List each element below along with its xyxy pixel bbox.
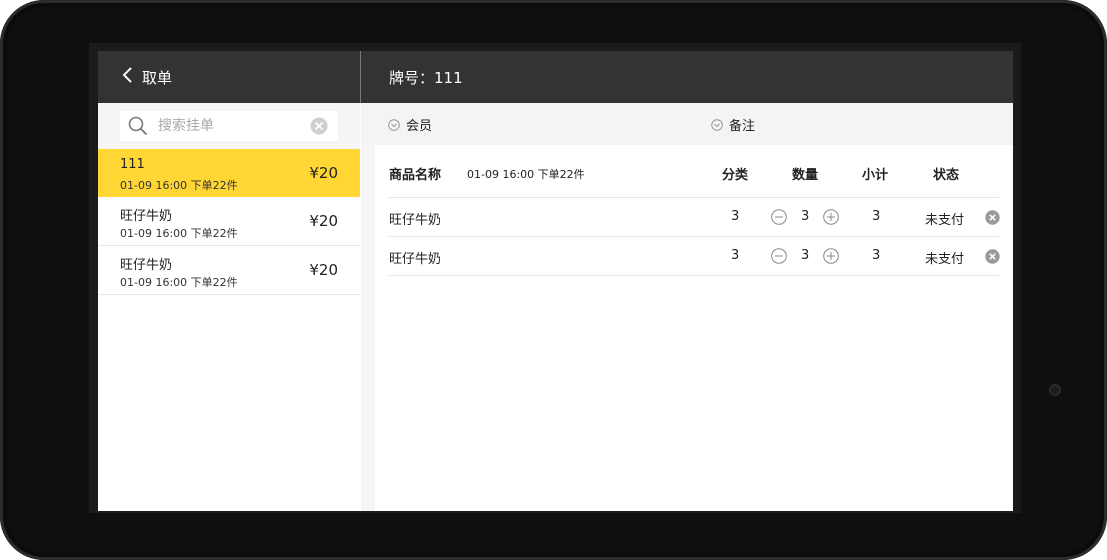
header-time: 01-09 16:00 下单22件	[467, 168, 585, 181]
plus-circle-icon[interactable]	[823, 248, 839, 264]
order-detail-panel: 会员 备注 商品名称 01-09 16:00 下单22件 分类 数量 小计 状态…	[361, 103, 1013, 511]
order-meta: 01-09 16:00 下单22件	[120, 179, 238, 192]
minus-circle-icon[interactable]	[771, 209, 787, 225]
camera-icon	[1049, 384, 1061, 396]
note-label: 备注	[729, 119, 756, 134]
order-name: 111	[120, 157, 145, 172]
order-name: 旺仔牛奶	[120, 258, 173, 273]
item-category: 3	[731, 209, 740, 224]
delete-icon[interactable]	[985, 210, 1000, 225]
minus-circle-icon[interactable]	[771, 248, 787, 264]
app-window: 取单 牌号：111 111 01-09 16:00 下单22件 ¥20	[98, 51, 1013, 511]
pending-orders-panel: 111 01-09 16:00 下单22件 ¥20 旺仔牛奶 01-09 16:…	[98, 103, 360, 511]
order-price: ¥20	[309, 261, 338, 279]
item-name: 旺仔牛奶	[389, 213, 442, 228]
order-item[interactable]: 旺仔牛奶 01-09 16:00 下单22件 ¥20	[98, 197, 360, 246]
header-divider	[360, 51, 361, 103]
order-price: ¥20	[309, 164, 338, 182]
order-item[interactable]: 旺仔牛奶 01-09 16:00 下单22件 ¥20	[98, 246, 360, 295]
item-quantity: 3	[801, 209, 810, 224]
dropdown-circle-icon	[388, 118, 400, 131]
search-icon	[128, 116, 148, 136]
search-input[interactable]	[156, 117, 310, 135]
item-status: 未支付	[925, 252, 965, 267]
header-category: 分类	[722, 168, 749, 183]
item-name: 旺仔牛奶	[389, 252, 442, 267]
member-label: 会员	[406, 119, 433, 134]
header-name: 商品名称	[389, 168, 442, 183]
note-dropdown[interactable]: 备注	[711, 115, 755, 134]
back-button[interactable]: 取单	[122, 65, 172, 89]
back-label: 取单	[142, 68, 173, 87]
table-number-title: 牌号：111	[389, 69, 463, 87]
table-header: 商品名称 01-09 16:00 下单22件 分类 数量 小计 状态	[389, 145, 999, 198]
top-bar: 取单 牌号：111	[98, 51, 1013, 103]
item-status: 未支付	[925, 213, 965, 228]
table-row: 旺仔牛奶 3 3 3 未支付	[389, 237, 1000, 276]
clear-icon[interactable]	[310, 117, 328, 135]
order-meta: 01-09 16:00 下单22件	[120, 227, 238, 240]
order-price: ¥20	[309, 212, 338, 230]
item-category: 3	[731, 248, 740, 263]
top-bar-left: 取单	[98, 51, 360, 103]
order-options-bar: 会员 备注	[361, 103, 1013, 145]
header-quantity: 数量	[792, 168, 819, 183]
table-row: 旺仔牛奶 3 3 3 未支付	[389, 198, 1000, 237]
header-status: 状态	[933, 168, 960, 183]
search-bar	[98, 103, 360, 149]
order-items-table: 商品名称 01-09 16:00 下单22件 分类 数量 小计 状态 旺仔牛奶 …	[375, 145, 1013, 511]
header-subtotal: 小计	[862, 168, 889, 183]
delete-icon[interactable]	[985, 249, 1000, 264]
back-chevron-icon	[122, 65, 134, 89]
order-meta: 01-09 16:00 下单22件	[120, 276, 238, 289]
order-item-active[interactable]: 111 01-09 16:00 下单22件 ¥20	[98, 149, 360, 197]
plus-circle-icon[interactable]	[823, 209, 839, 225]
search-box	[120, 111, 338, 141]
dropdown-circle-icon	[711, 118, 723, 131]
item-subtotal: 3	[872, 209, 881, 224]
item-subtotal: 3	[872, 248, 881, 263]
order-name: 旺仔牛奶	[120, 209, 173, 224]
member-dropdown[interactable]: 会员	[388, 115, 432, 134]
item-quantity: 3	[801, 248, 810, 263]
